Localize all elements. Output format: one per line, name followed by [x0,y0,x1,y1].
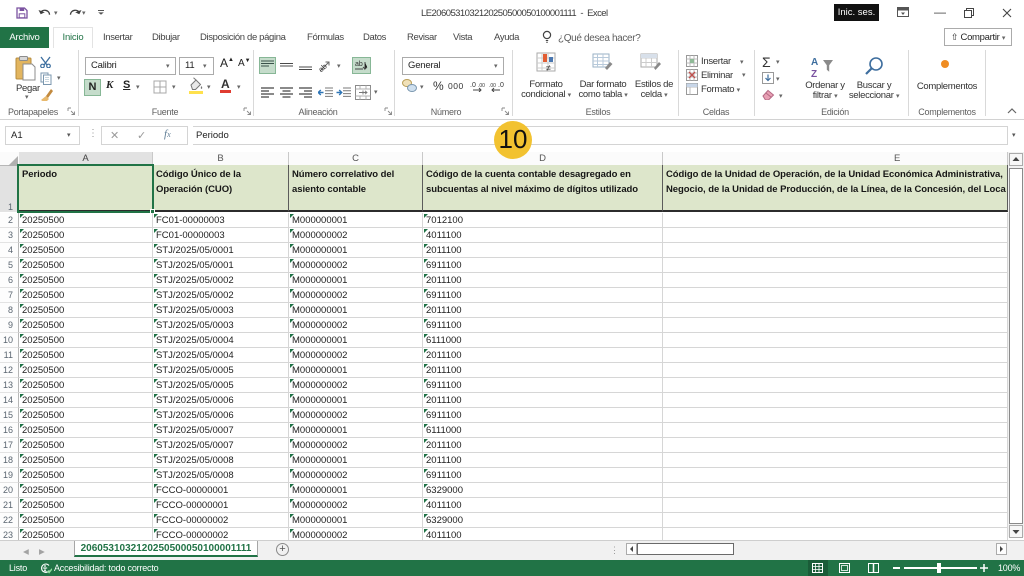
svg-text:.0: .0 [498,82,504,89]
svg-text:Z: Z [811,69,817,79]
svg-text:ab: ab [355,61,363,68]
svg-text:≠: ≠ [546,63,551,72]
svg-text:A: A [811,57,818,68]
svg-text:.0: .0 [470,82,476,89]
svg-text:.00: .00 [489,83,496,89]
